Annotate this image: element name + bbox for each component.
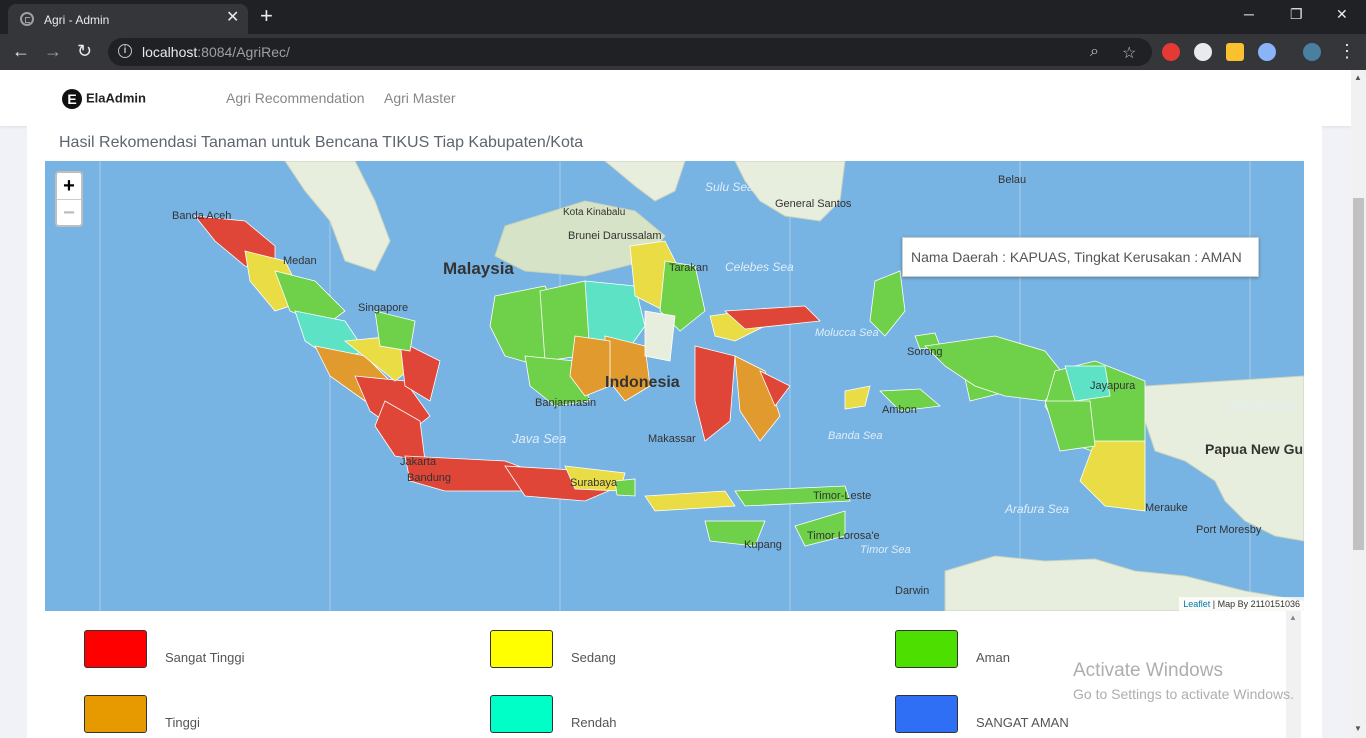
url-text[interactable]: localhost:8084/AgriRec/ [142,44,290,60]
nav-agri-recommendation[interactable]: Agri Recommendation [226,90,365,106]
map-label-brunei: Brunei Darussalam [568,230,662,242]
legend-label-tinggi: Tinggi [165,715,200,730]
legend-swatch-aman [895,630,958,668]
map-label-jayapura: Jayapura [1090,380,1136,392]
minimize-button[interactable]: ─ [1244,6,1254,22]
extension-icon[interactable] [1258,43,1276,61]
map-label-darwin: Darwin [895,585,929,597]
map-label-merauke: Merauke [1145,502,1188,514]
map-label-makassar: Makassar [648,433,696,445]
map-label-celebes-sea: Celebes Sea [725,260,794,274]
app-header: E ElaAdmin Agri Recommendation Agri Maste… [0,70,1351,126]
map-label-molucca-sea: Molucca Sea [815,327,879,339]
page-scrollbar[interactable]: ▲ ▼ [1351,70,1366,738]
map-label-kota-kinabalu: Kota Kinabalu [563,207,625,218]
indonesia-map[interactable]: Banda Aceh Medan Singapore Malaysia Kota… [45,161,1304,611]
map-label-banda-aceh: Banda Aceh [172,210,231,222]
page-favicon-icon [20,12,34,26]
legend-label-sangat-aman: SANGAT AMAN [976,715,1069,730]
map-label-surabaya: Surabaya [570,477,618,489]
map-label-bismarck-sea: Bismarck Sea [1228,400,1296,412]
tab-close-button[interactable]: ✕ [226,10,239,26]
map-label-malaysia: Malaysia [443,259,514,278]
browser-titlebar: Agri - Admin ✕ + ─ ❐ ✕ [0,0,1366,34]
map-label-singapore: Singapore [358,302,408,314]
new-tab-button[interactable]: + [260,5,273,27]
map-label-timor-leste: Timor-Leste [813,490,871,502]
map-label-sulu-sea: Sulu Sea [705,180,754,194]
browser-toolbar: ← → ↻ i localhost:8084/AgriRec/ ⌕ ☆ ⋮ [0,34,1366,70]
zoom-in-button[interactable]: + [57,173,81,199]
map-label-ambon: Ambon [882,404,917,416]
map-label-bandung: Bandung [407,472,451,484]
legend-label-sedang: Sedang [571,650,616,665]
map-label-timor-sea: Timor Sea [860,544,911,556]
map-label-port-moresby: Port Moresby [1196,524,1262,536]
zoom-out-button[interactable]: − [57,199,81,225]
scroll-up-icon[interactable]: ▲ [1354,73,1362,82]
map-label-banjarmasin: Banjarmasin [535,397,596,409]
map-label-tarakan: Tarakan [669,262,708,274]
map-label-arafura-sea: Arafura Sea [1004,502,1069,516]
windows-activation-watermark: Activate Windows Go to Settings to activ… [1073,660,1294,702]
map-label-belau: Belau [998,174,1026,186]
scroll-down-icon[interactable]: ▼ [1354,724,1362,733]
leaflet-link[interactable]: Leaflet [1183,599,1210,609]
address-bar[interactable]: i localhost:8084/AgriRec/ ⌕ ☆ [108,38,1152,66]
forward-button[interactable]: → [44,41,62,61]
legend-swatch-rendah [490,695,553,733]
legend-swatch-sangat-aman [895,695,958,733]
map-label-jakarta: Jakarta [400,456,437,468]
page-content: E ElaAdmin Agri Recommendation Agri Maste… [0,70,1351,738]
tab-title: Agri - Admin [44,13,110,27]
map-label-banda-sea: Banda Sea [828,430,882,442]
legend-swatch-sangat-tinggi [84,630,147,668]
reload-button[interactable]: ↻ [77,41,92,61]
map-card: Hasil Rekomendasi Tanaman untuk Bencana … [27,126,1322,738]
site-info-icon[interactable]: i [118,44,132,58]
profile-avatar[interactable] [1303,43,1321,61]
legend-swatch-sedang [490,630,553,668]
map-label-java-sea: Java Sea [511,431,566,446]
map-attribution: Leaflet | Map By 2110151036 [1179,597,1304,611]
brand-logo-icon: E [62,89,82,109]
legend-swatch-tinggi [84,695,147,733]
legend-label-aman: Aman [976,650,1010,665]
map-label-general-santos: General Santos [775,198,852,210]
page-title: Hasil Rekomendasi Tanaman untuk Bencana … [59,134,584,151]
browser-menu-icon[interactable]: ⋮ [1338,41,1356,61]
brand-logo[interactable]: E ElaAdmin [62,89,146,109]
scrollbar-thumb[interactable] [1353,198,1364,550]
close-window-button[interactable]: ✕ [1336,6,1348,23]
brand-name: ElaAdmin [86,90,146,106]
bookmark-star-icon[interactable]: ☆ [1122,43,1136,63]
zoom-control: + − [55,171,83,227]
back-button[interactable]: ← [12,41,30,61]
extension-icon[interactable] [1226,43,1244,61]
browser-tab[interactable]: Agri - Admin ✕ [8,4,248,34]
map-label-medan: Medan [283,255,317,267]
map-canvas: Banda Aceh Medan Singapore Malaysia Kota… [99,161,1304,611]
restore-button[interactable]: ❐ [1290,6,1303,23]
map-label-sorong: Sorong [907,346,942,358]
legend-label-sangat-tinggi: Sangat Tinggi [165,650,245,665]
nav-agri-master[interactable]: Agri Master [384,90,456,106]
legend-label-rendah: Rendah [571,715,617,730]
extension-icon[interactable] [1162,43,1180,61]
map-label-kupang: Kupang [744,539,782,551]
region-tooltip: Nama Daerah : KAPUAS, Tingkat Kerusakan … [902,237,1259,277]
extension-icon[interactable] [1194,43,1212,61]
map-label-indonesia: Indonesia [605,374,680,391]
scroll-up-icon[interactable]: ▲ [1289,613,1297,622]
zoom-icon[interactable]: ⌕ [1090,43,1099,61]
map-label-papua-new-guinea: Papua New Guinea [1205,441,1304,457]
map-label-dili: Timor Lorosa'e [807,530,880,542]
